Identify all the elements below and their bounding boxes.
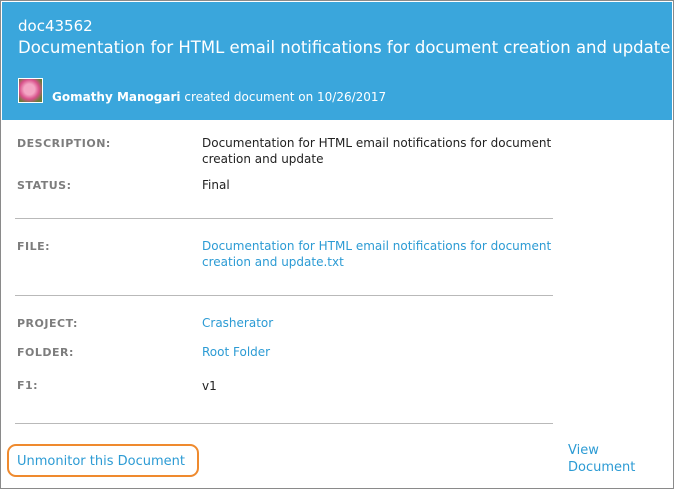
action-text: created document on 10/26/2017 <box>184 90 387 104</box>
f1-value: v1 <box>202 379 217 393</box>
folder-link[interactable]: Root Folder <box>202 344 572 360</box>
view-document-link[interactable]: View Document <box>568 442 658 476</box>
project-link[interactable]: Crasherator <box>202 315 572 331</box>
divider <box>15 423 553 424</box>
file-link[interactable]: Documentation for HTML email notificatio… <box>202 238 572 270</box>
document-title: Documentation for HTML email notificatio… <box>18 38 671 57</box>
author-name: Gomathy Manogari <box>52 90 181 104</box>
status-label: STATUS: <box>17 179 72 192</box>
f1-label: F1: <box>17 379 39 392</box>
document-notification-card: doc43562 Documentation for HTML email no… <box>0 0 674 489</box>
unmonitor-document-link[interactable]: Unmonitor this Document <box>17 454 185 469</box>
divider <box>15 218 553 219</box>
unmonitor-highlight: Unmonitor this Document <box>7 444 199 477</box>
file-label: FILE: <box>17 240 51 253</box>
user-avatar-icon <box>18 78 43 103</box>
project-label: PROJECT: <box>17 317 78 330</box>
document-header: doc43562 Documentation for HTML email no… <box>2 2 672 120</box>
status-value: Final <box>202 178 230 192</box>
description-value: Documentation for HTML email notificatio… <box>202 136 552 166</box>
description-label: DESCRIPTION: <box>17 137 111 150</box>
folder-label: FOLDER: <box>17 346 74 359</box>
document-id: doc43562 <box>18 17 93 35</box>
byline: Gomathy Manogari created document on 10/… <box>52 89 386 105</box>
divider <box>15 295 553 296</box>
